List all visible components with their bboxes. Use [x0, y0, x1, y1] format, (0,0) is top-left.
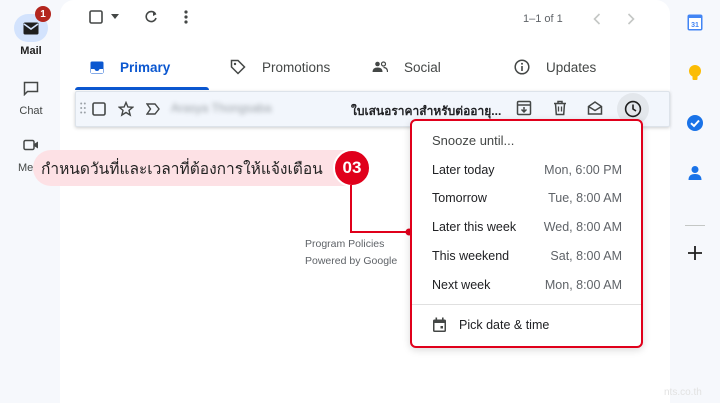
select-dropdown-icon[interactable]	[111, 14, 119, 19]
snooze-option-label: This weekend	[432, 249, 510, 263]
tab-primary-label: Primary	[120, 59, 171, 75]
right-rail-divider	[685, 225, 705, 226]
rail-meet-label: Me	[18, 162, 34, 174]
snooze-option-later-today[interactable]: Later today Mon, 6:00 PM	[432, 163, 622, 191]
email-sender: Arasya Thongsaba	[171, 101, 272, 115]
snooze-option-label: Next week	[432, 278, 491, 292]
rail-mail-label: Mail	[20, 45, 42, 57]
powered-by-text: Powered by Google	[305, 255, 398, 267]
tab-promotions[interactable]: Promotions	[230, 44, 330, 90]
pick-date-time-option[interactable]: Pick date & time	[432, 317, 549, 333]
watermark-text: nts.co.th	[664, 387, 702, 398]
calendar-icon	[432, 317, 447, 333]
info-icon	[514, 59, 530, 75]
category-tabs: Primary Promotions Social Updates	[75, 44, 670, 90]
tab-social[interactable]: Social	[372, 44, 441, 90]
snooze-option-next-week[interactable]: Next week Mon, 8:00 AM	[432, 278, 622, 306]
chat-icon	[14, 74, 48, 102]
snooze-option-time: Mon, 6:00 PM	[544, 163, 622, 177]
program-policies-link[interactable]: Program Policies	[305, 236, 415, 253]
callout-text: กำหนดวันที่และเวลาที่ต้องการให้แจ้งเตือน	[41, 160, 323, 178]
keep-app-icon[interactable]	[686, 64, 704, 82]
drag-handle-icon[interactable]	[80, 102, 86, 114]
menu-divider	[412, 304, 641, 305]
calendar-app-icon[interactable]: 31	[686, 13, 704, 31]
rail-chat[interactable]: Chat	[0, 74, 62, 117]
snooze-option-time: Tue, 8:00 AM	[548, 191, 622, 205]
snooze-option-time: Sat, 8:00 AM	[550, 249, 622, 263]
snooze-option-time: Mon, 8:00 AM	[544, 278, 622, 292]
delete-icon[interactable]	[553, 100, 567, 116]
left-rail: 1 Mail Chat Me	[0, 0, 62, 403]
tab-promotions-label: Promotions	[262, 59, 331, 75]
tab-social-label: Social	[404, 59, 441, 75]
mark-read-icon[interactable]	[587, 100, 603, 116]
active-tab-indicator	[75, 87, 209, 90]
inbox-icon	[90, 61, 104, 74]
people-icon	[372, 61, 388, 73]
snooze-option-later-this-week[interactable]: Later this week Wed, 8:00 AM	[432, 220, 622, 248]
mail-icon: 1	[14, 6, 51, 42]
pagination-text: 1–1 of 1	[523, 13, 563, 25]
archive-icon[interactable]	[516, 100, 532, 116]
select-all-checkbox[interactable]	[89, 10, 103, 24]
mail-toolbar: 1–1 of 1	[60, 0, 670, 40]
tasks-app-icon[interactable]	[686, 114, 704, 132]
snooze-option-time: Wed, 8:00 AM	[543, 220, 622, 234]
rail-chat-label: Chat	[19, 105, 43, 117]
add-app-icon[interactable]	[686, 244, 704, 262]
row-checkbox[interactable]	[92, 102, 106, 116]
more-options-icon[interactable]	[184, 10, 188, 24]
prev-page-icon[interactable]	[593, 13, 601, 25]
right-side-panel: 31	[678, 0, 720, 403]
snooze-option-label: Tomorrow	[432, 191, 487, 205]
clock-icon	[624, 100, 642, 118]
pick-date-time-label: Pick date & time	[459, 318, 550, 332]
tab-updates[interactable]: Updates	[514, 44, 596, 90]
snooze-option-this-weekend[interactable]: This weekend Sat, 8:00 AM	[432, 249, 622, 277]
next-page-icon[interactable]	[627, 13, 635, 25]
tab-primary[interactable]: Primary	[90, 44, 170, 90]
instruction-callout: กำหนดวันที่และเวลาที่ต้องการให้แจ้งเตือน…	[33, 149, 371, 187]
contacts-app-icon[interactable]	[686, 164, 704, 182]
snooze-option-tomorrow[interactable]: Tomorrow Tue, 8:00 AM	[432, 191, 622, 219]
snooze-option-label: Later today	[432, 163, 495, 177]
unread-badge: 1	[35, 6, 51, 22]
snooze-option-label: Later this week	[432, 220, 517, 234]
calendar-day-number: 31	[691, 22, 699, 29]
rail-mail[interactable]: 1 Mail	[0, 6, 62, 57]
snooze-menu-title: Snooze until...	[432, 133, 515, 148]
importance-marker-icon[interactable]	[146, 103, 160, 115]
refresh-icon[interactable]	[144, 10, 158, 24]
step-number-badge: 03	[333, 149, 371, 187]
callout-connector	[350, 185, 413, 236]
tag-icon	[230, 59, 246, 75]
footer-links: Program Policies Powered by Google	[305, 236, 415, 270]
tab-updates-label: Updates	[546, 59, 597, 75]
snooze-menu: Snooze until... Later today Mon, 6:00 PM…	[410, 119, 643, 348]
star-icon[interactable]	[118, 101, 134, 117]
